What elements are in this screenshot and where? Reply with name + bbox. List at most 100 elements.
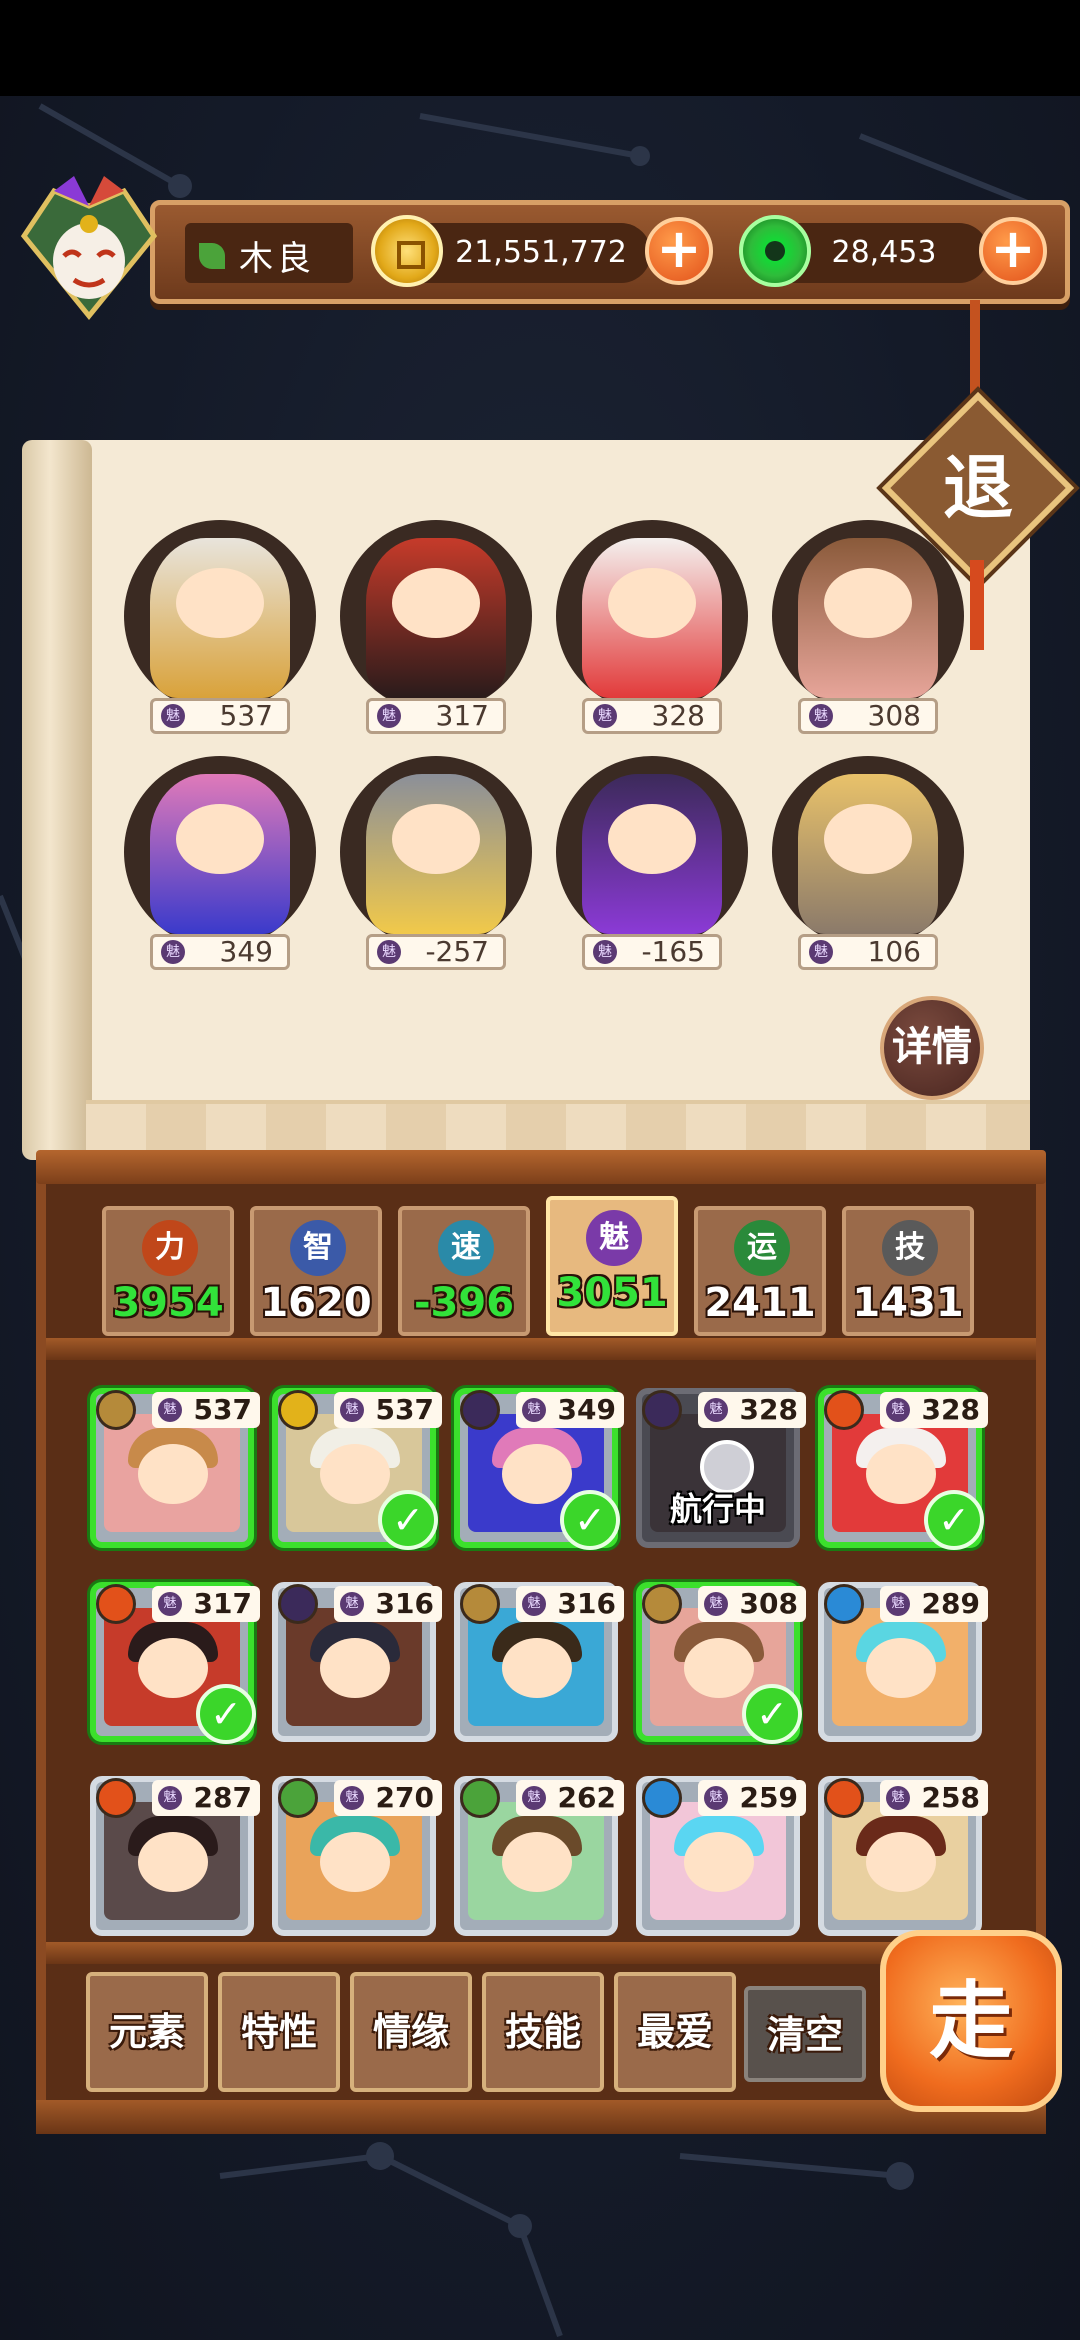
charm-value: 328 xyxy=(651,699,705,732)
cabinet-top-rail xyxy=(36,1150,1046,1184)
stat-tab[interactable]: 力 3954 xyxy=(102,1206,234,1336)
featured-hero[interactable]: 魅 537 xyxy=(120,520,320,740)
stat-tab[interactable]: 智 1620 xyxy=(250,1206,382,1336)
cabinet-bottom-rail xyxy=(36,2100,1046,2134)
hero-card[interactable]: 魅 316 xyxy=(272,1582,442,1742)
charm-value-badge: 魅 317 xyxy=(366,698,506,734)
featured-hero-face xyxy=(824,568,912,638)
charm-icon: 魅 xyxy=(704,1592,728,1616)
charm-value-badge: 魅 289 xyxy=(880,1586,988,1622)
hero-face xyxy=(320,1638,390,1698)
filter-button[interactable]: 特性 xyxy=(218,1972,340,2092)
clear-button[interactable]: 清空 xyxy=(744,1986,866,2082)
jade-coin-icon xyxy=(739,215,811,287)
details-button[interactable]: 详情 xyxy=(880,996,984,1100)
exit-button[interactable]: 退 xyxy=(910,420,1046,556)
filter-button[interactable]: 最爱 xyxy=(614,1972,736,2092)
element-icon xyxy=(96,1584,136,1624)
featured-hero-portrait xyxy=(124,520,316,712)
player-name-slot: 木良 xyxy=(185,223,353,283)
element-icon xyxy=(460,1390,500,1430)
featured-hero-face xyxy=(608,804,696,874)
charm-value: -257 xyxy=(425,935,489,968)
charm-value: 262 xyxy=(557,1781,616,1814)
player-avatar[interactable] xyxy=(14,176,164,326)
element-icon xyxy=(460,1778,500,1818)
hero-card[interactable]: 魅 349 ✓ xyxy=(454,1388,624,1550)
charm-value: 106 xyxy=(867,935,921,968)
charm-value: 349 xyxy=(219,935,273,968)
charm-value: 316 xyxy=(375,1587,434,1620)
hero-face xyxy=(866,1444,936,1504)
element-icon xyxy=(824,1778,864,1818)
hero-face xyxy=(502,1444,572,1504)
featured-hero[interactable]: 魅 106 xyxy=(768,756,968,976)
hero-card[interactable]: 魅 270 xyxy=(272,1776,442,1936)
stat-tab[interactable]: 魅 3051 xyxy=(546,1196,678,1336)
hero-card[interactable]: 魅 259 xyxy=(636,1776,806,1936)
hero-face xyxy=(866,1832,936,1892)
featured-hero[interactable]: 魅 349 xyxy=(120,756,320,976)
hero-face xyxy=(320,1832,390,1892)
charm-value: 317 xyxy=(435,699,489,732)
checkmark-icon: ✓ xyxy=(924,1490,984,1550)
featured-hero[interactable]: 魅 -165 xyxy=(552,756,752,976)
hero-card[interactable]: 魅 537 ✓ xyxy=(272,1388,442,1550)
hero-card[interactable]: 魅 328 航行中 xyxy=(636,1388,806,1548)
charm-value: 349 xyxy=(557,1393,616,1426)
stat-icon: 魅 xyxy=(586,1210,642,1266)
stat-value: 1620 xyxy=(260,1280,372,1326)
stat-tab[interactable]: 速 -396 xyxy=(398,1206,530,1336)
featured-hero-portrait xyxy=(556,520,748,712)
charm-icon: 魅 xyxy=(377,940,401,964)
charm-value-badge: 魅 349 xyxy=(150,934,290,970)
stat-icon: 力 xyxy=(142,1220,198,1276)
element-icon xyxy=(278,1390,318,1430)
featured-hero-portrait xyxy=(340,520,532,712)
add-gold-button[interactable]: + xyxy=(645,217,713,285)
charm-value-badge: 魅 262 xyxy=(516,1780,624,1816)
element-icon xyxy=(642,1584,682,1624)
hero-card[interactable]: 魅 317 ✓ xyxy=(90,1582,260,1744)
hero-card[interactable]: 魅 289 xyxy=(818,1582,988,1742)
hero-card[interactable]: 魅 258 xyxy=(818,1776,988,1936)
charm-icon: 魅 xyxy=(158,1786,182,1810)
stat-tab[interactable]: 技 1431 xyxy=(842,1206,974,1336)
charm-value-badge: 魅 537 xyxy=(334,1392,442,1428)
featured-hero-face xyxy=(176,804,264,874)
hero-card[interactable]: 魅 308 ✓ xyxy=(636,1582,806,1744)
hero-face xyxy=(138,1832,208,1892)
hero-card[interactable]: 魅 287 xyxy=(90,1776,260,1936)
stat-tab[interactable]: 运 2411 xyxy=(694,1206,826,1336)
filter-button[interactable]: 情缘 xyxy=(350,1972,472,2092)
charm-value-badge: 魅 259 xyxy=(698,1780,806,1816)
featured-hero[interactable]: 魅 328 xyxy=(552,520,752,740)
charm-icon: 魅 xyxy=(704,1786,728,1810)
featured-hero[interactable]: 魅 317 xyxy=(336,520,536,740)
hero-card[interactable]: 魅 262 xyxy=(454,1776,624,1936)
charm-value-badge: 魅 537 xyxy=(152,1392,260,1428)
charm-value-badge: 魅 328 xyxy=(880,1392,988,1428)
hero-card[interactable]: 魅 537 xyxy=(90,1388,260,1548)
featured-hero-portrait xyxy=(772,756,964,948)
hero-portrait xyxy=(468,1802,604,1920)
element-icon xyxy=(96,1778,136,1818)
hero-card[interactable]: 魅 316 xyxy=(454,1582,624,1742)
filter-button[interactable]: 元素 xyxy=(86,1972,208,2092)
featured-hero[interactable]: 魅 -257 xyxy=(336,756,536,976)
add-jade-button[interactable]: + xyxy=(979,217,1047,285)
shelf-divider xyxy=(46,1338,1036,1360)
charm-icon: 魅 xyxy=(158,1398,182,1422)
charm-icon: 魅 xyxy=(886,1786,910,1810)
charm-value-badge: 魅 287 xyxy=(152,1780,260,1816)
charm-icon: 魅 xyxy=(377,704,401,728)
charm-value: -165 xyxy=(641,935,705,968)
hero-face xyxy=(502,1832,572,1892)
hero-card[interactable]: 魅 328 ✓ xyxy=(818,1388,988,1550)
element-icon xyxy=(96,1390,136,1430)
element-icon xyxy=(460,1584,500,1624)
hero-face xyxy=(684,1638,754,1698)
resource-bar: 木良 21,551,772 + 28,453 + xyxy=(150,200,1070,304)
go-button[interactable]: 走 xyxy=(880,1930,1062,2112)
filter-button[interactable]: 技能 xyxy=(482,1972,604,2092)
